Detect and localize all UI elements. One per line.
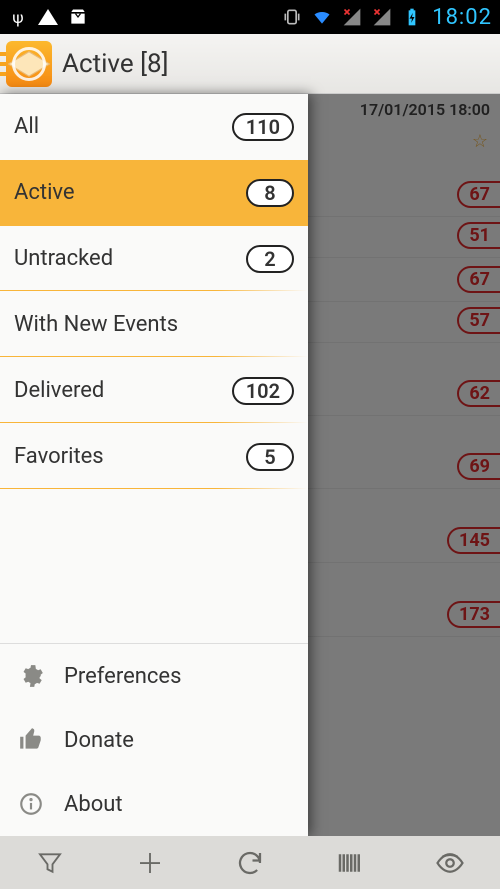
sidebar-item-label: About [64,792,123,817]
app-icon [6,41,52,87]
sidebar-item-favorites[interactable]: Favorites 5 [0,424,308,490]
sidebar-item-label: Favorites [14,444,104,469]
usb-icon: ψ [8,7,28,27]
sidebar-item-label: Preferences [64,664,181,689]
navigation-drawer: All 110 Active 8 Untracked 2 With New Ev… [0,94,308,836]
battery-charging-icon [402,7,422,27]
count-badge: 2 [246,245,294,273]
warning-icon [38,7,58,27]
sidebar-item-label: Active [14,180,75,205]
sidebar-item-label: Donate [64,728,134,753]
thumbs-up-icon [16,727,46,753]
play-store-icon [68,7,88,27]
sidebar-item-active[interactable]: Active 8 [0,160,308,226]
count-badge: 102 [232,377,294,405]
sidebar-item-untracked[interactable]: Untracked 2 [0,226,308,292]
sidebar-item-delivered[interactable]: Delivered 102 [0,358,308,424]
bottom-toolbar [0,836,500,889]
view-button[interactable] [400,836,500,889]
drawer-filters: All 110 Active 8 Untracked 2 With New Ev… [0,94,308,643]
sidebar-item-label: With New Events [14,312,178,337]
count-badge: 110 [232,113,294,141]
refresh-button[interactable] [200,836,300,889]
sidebar-item-new-events[interactable]: With New Events [0,292,308,358]
sidebar-item-about[interactable]: About [0,772,308,836]
filter-button[interactable] [0,836,100,889]
signal-1-icon [342,7,362,27]
sidebar-item-preferences[interactable]: Preferences [0,644,308,708]
add-button[interactable] [100,836,200,889]
sidebar-item-donate[interactable]: Donate [0,708,308,772]
barcode-button[interactable] [300,836,400,889]
sidebar-item-label: Untracked [14,246,113,271]
count-badge: 8 [246,179,294,207]
status-right: 18:02 [282,5,492,30]
status-bar: ψ 18:02 [0,0,500,34]
clock: 18:02 [432,5,492,30]
status-left: ψ [8,7,88,27]
gear-icon [16,663,46,689]
sidebar-item-all[interactable]: All 110 [0,94,308,160]
page-title: Active [8] [62,49,168,79]
wifi-icon [312,7,332,27]
app-header[interactable]: Active [8] [0,34,500,94]
sidebar-item-label: Delivered [14,378,104,403]
info-icon [16,791,46,817]
drawer-bottom: Preferences Donate About [0,643,308,836]
count-badge: 5 [246,443,294,471]
vibrate-icon [282,7,302,27]
signal-2-icon [372,7,392,27]
sidebar-item-label: All [14,114,39,139]
